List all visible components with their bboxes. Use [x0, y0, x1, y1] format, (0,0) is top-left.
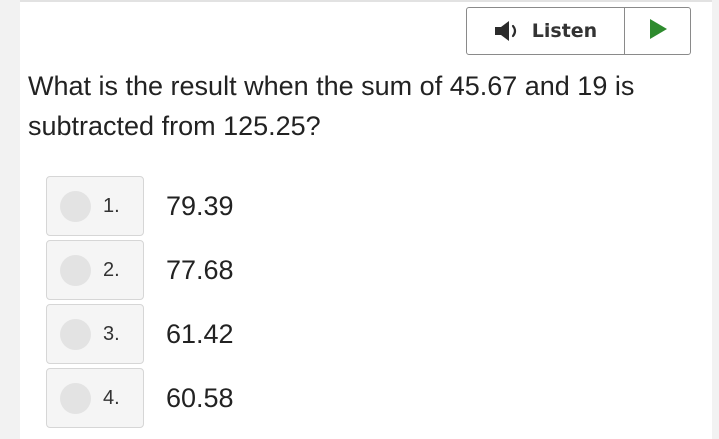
radio-button[interactable] [60, 254, 91, 286]
choice-value: 61.42 [166, 318, 234, 349]
radio-button[interactable] [60, 382, 91, 414]
choice-value: 77.68 [166, 254, 234, 285]
choice-selector[interactable]: 1. [46, 176, 144, 236]
choice-selector[interactable]: 4. [46, 368, 144, 428]
choice-number: 1. [103, 194, 120, 217]
radio-button[interactable] [60, 318, 91, 350]
answer-choices: 1. 79.39 2. 77.68 3. 61.42 4. 60.58 [46, 176, 234, 432]
question-panel: Listen What is the result when the sum o… [20, 0, 712, 439]
listen-label: Listen [531, 20, 598, 42]
answer-choice-1[interactable]: 1. 79.39 [46, 176, 234, 236]
speaker-icon [494, 19, 522, 43]
choice-number: 3. [103, 322, 120, 345]
choice-number: 2. [103, 258, 120, 281]
answer-choice-4[interactable]: 4. 60.58 [46, 368, 234, 428]
answer-choice-3[interactable]: 3. 61.42 [46, 304, 234, 364]
choice-number: 4. [103, 386, 120, 409]
listen-toolbar: Listen [466, 7, 691, 55]
listen-button[interactable]: Listen [467, 8, 625, 54]
choice-selector[interactable]: 3. [46, 304, 144, 364]
choice-value: 60.58 [166, 382, 234, 413]
play-icon [648, 18, 668, 45]
choice-value: 79.39 [166, 190, 234, 221]
radio-button[interactable] [60, 190, 91, 222]
question-text: What is the result when the sum of 45.67… [28, 71, 635, 141]
choice-selector[interactable]: 2. [46, 240, 144, 300]
play-button[interactable] [625, 8, 690, 54]
answer-choice-2[interactable]: 2. 77.68 [46, 240, 234, 300]
